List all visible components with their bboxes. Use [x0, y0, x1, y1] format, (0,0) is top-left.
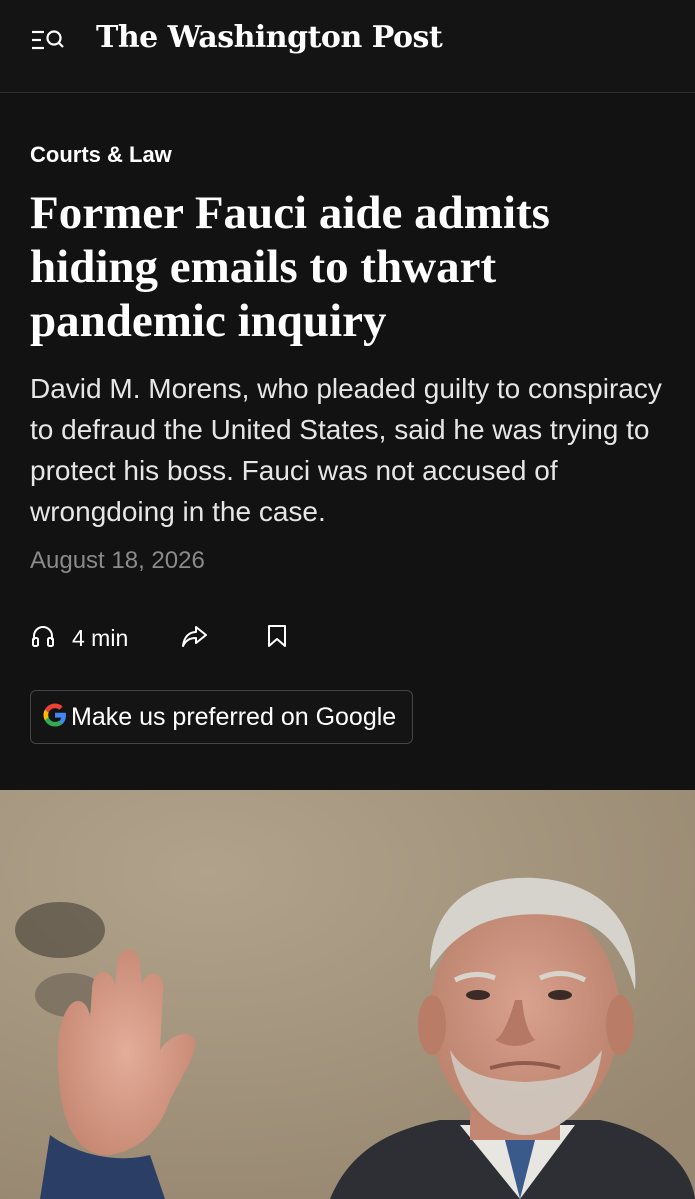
listen-duration: 4 min [72, 624, 129, 651]
masthead-logo[interactable]: The Washington Post [96, 20, 443, 55]
google-g-icon [39, 699, 71, 736]
article-photo[interactable] [0, 790, 695, 1199]
bookmark-icon [266, 623, 288, 654]
top-navigation-bar: The Washington Post [0, 0, 695, 93]
article-headline: Former Fauci aide admits hiding emails t… [30, 187, 550, 347]
share-icon [180, 622, 210, 655]
google-preferred-label: Make us preferred on Google [71, 702, 397, 731]
section-label[interactable]: Courts & Law [30, 142, 172, 168]
article-subheadline: David M. Morens, who pleaded guilty to c… [30, 373, 662, 527]
google-preferred-button[interactable]: Make us preferred on Google [30, 690, 414, 744]
headphones-icon [30, 623, 56, 654]
listen-button[interactable]: 4 min [30, 623, 128, 654]
article-date: August 18, 2026 [30, 547, 205, 574]
share-button[interactable] [180, 622, 210, 655]
menu-search-icon[interactable] [30, 26, 66, 56]
save-button[interactable] [266, 623, 288, 654]
article-actions: 4 min [30, 620, 288, 656]
